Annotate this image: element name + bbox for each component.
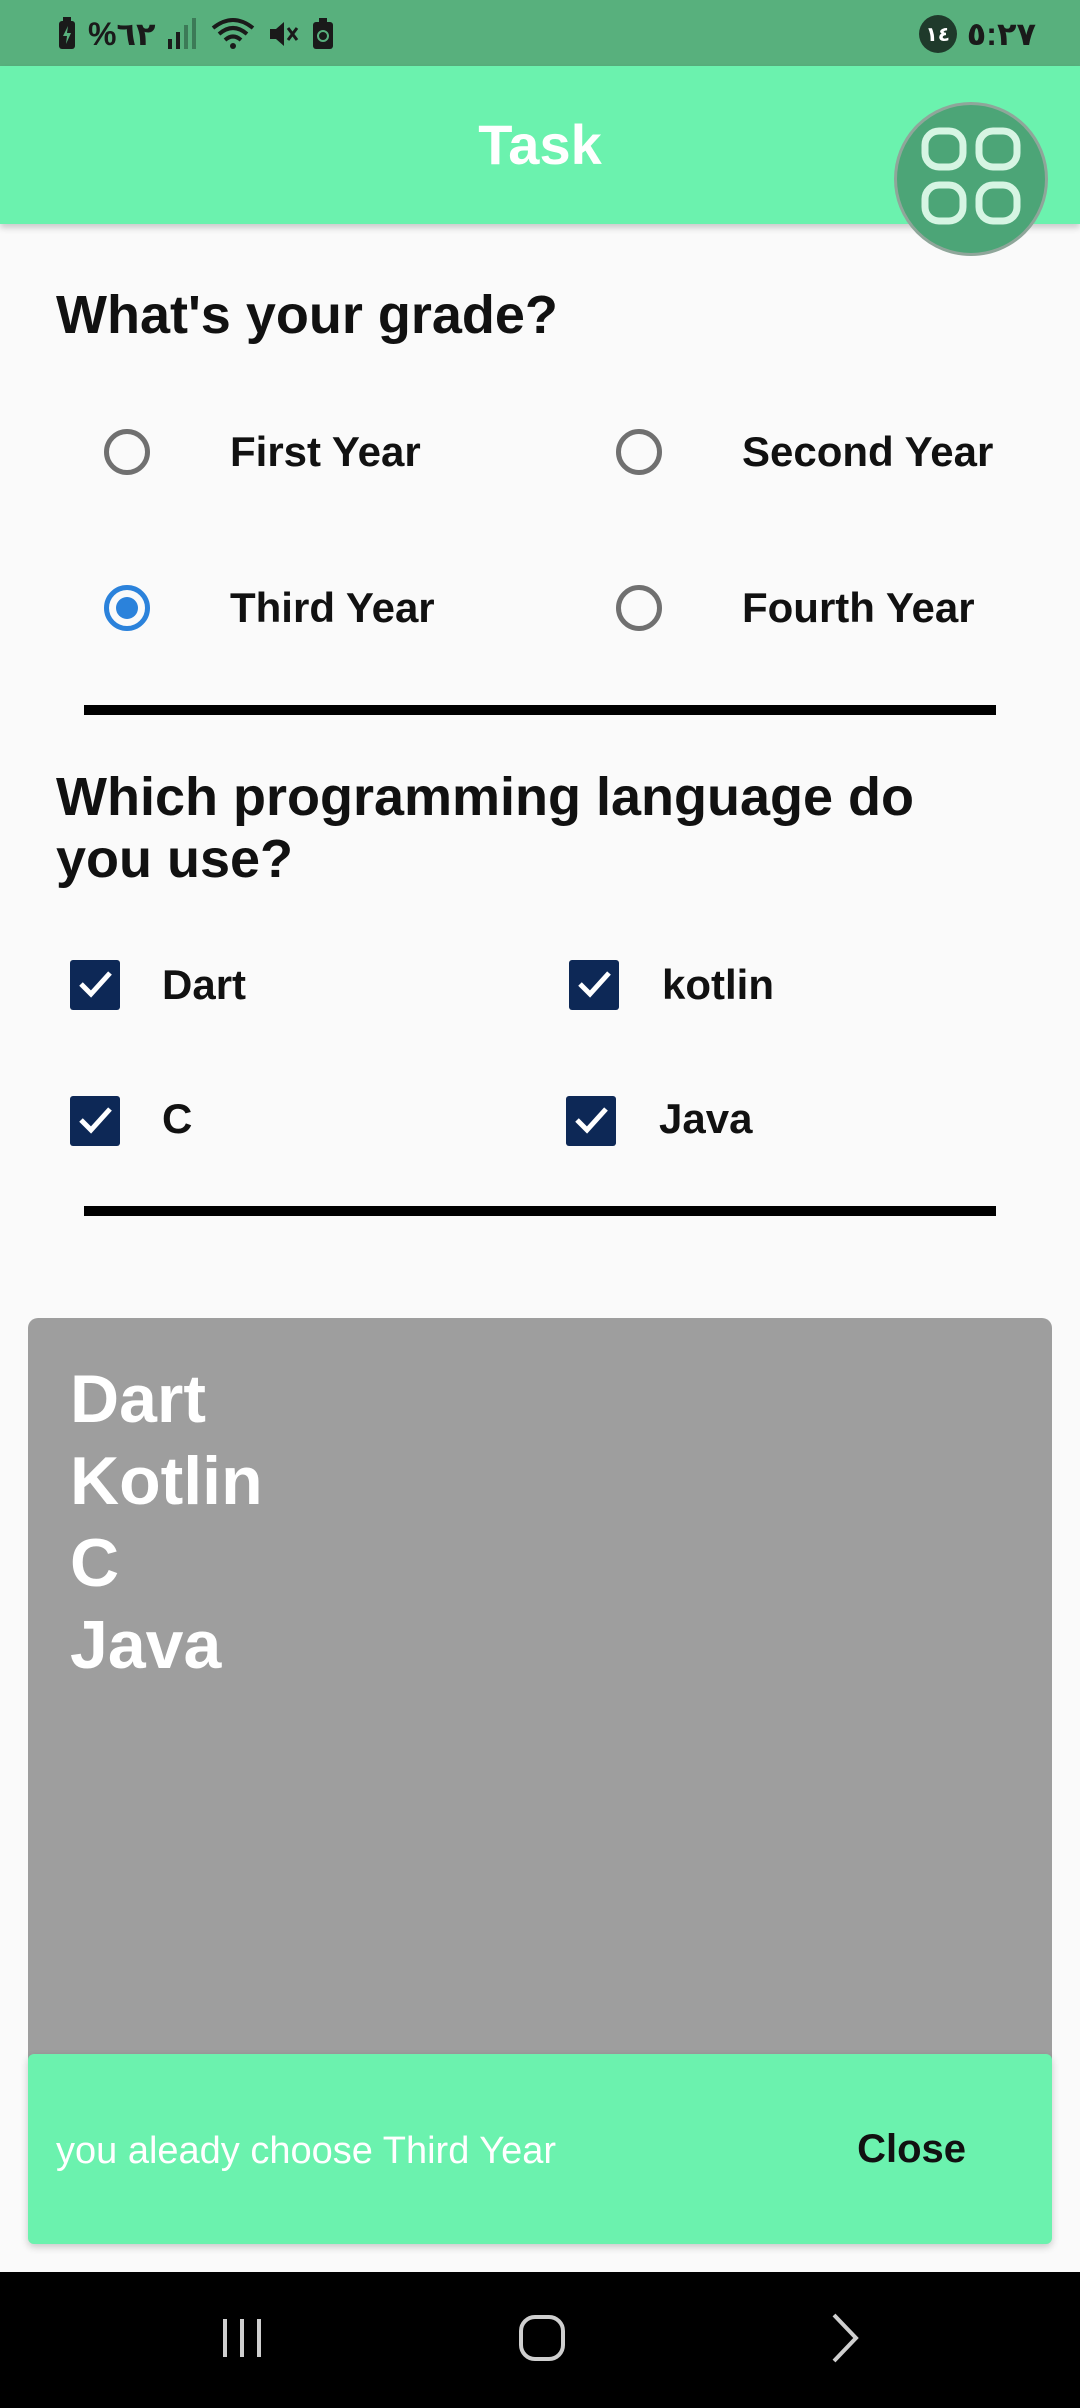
result-line-c: C bbox=[70, 1525, 120, 1601]
grade-question: What's your grade? bbox=[56, 285, 558, 345]
checkmark-icon bbox=[75, 1099, 115, 1144]
section-divider bbox=[84, 705, 996, 715]
status-time: ٥:٢٧ bbox=[966, 16, 1036, 52]
result-line-java: Java bbox=[70, 1607, 222, 1683]
section-divider bbox=[84, 1206, 996, 1216]
battery-icon bbox=[56, 17, 78, 51]
home-button[interactable] bbox=[502, 2310, 582, 2370]
status-bar: %٦٢ ١٤ ٥:٢٧ bbox=[0, 0, 1080, 66]
mute-icon bbox=[266, 17, 300, 51]
language-question: Which programming language do you use? bbox=[56, 767, 915, 889]
checkbox-label-dart: Dart bbox=[162, 961, 247, 1008]
notification-badge: ١٤ bbox=[918, 15, 957, 53]
radio-third-year[interactable] bbox=[104, 585, 150, 631]
grid-view-button[interactable] bbox=[894, 102, 1048, 256]
checkbox-c[interactable] bbox=[70, 1096, 120, 1146]
recycle-icon bbox=[310, 17, 336, 51]
result-line-dart: Dart bbox=[70, 1361, 207, 1437]
grid-view-icon bbox=[919, 125, 1023, 234]
wifi-icon bbox=[210, 16, 256, 52]
checkmark-icon bbox=[571, 1099, 611, 1144]
selected-languages-list: Dart Kotlin C Java bbox=[70, 1358, 263, 1686]
checkbox-dart[interactable] bbox=[70, 960, 120, 1010]
radio-label-first-year: First Year bbox=[230, 428, 421, 475]
back-button[interactable] bbox=[804, 2310, 884, 2370]
checkbox-label-c: C bbox=[162, 1095, 193, 1142]
system-nav-bar bbox=[0, 2272, 1080, 2408]
battery-percent: %٦٢ bbox=[88, 16, 156, 52]
snackbar-close-button[interactable]: Close bbox=[857, 2124, 966, 2174]
recent-apps-button[interactable] bbox=[202, 2310, 282, 2370]
recent-apps-icon bbox=[217, 2313, 267, 2368]
chevron-right-icon bbox=[824, 2311, 864, 2370]
status-icons-right: ١٤ ٥:٢٧ bbox=[918, 14, 1036, 54]
checkbox-kotlin[interactable] bbox=[569, 960, 619, 1010]
checkmark-icon bbox=[75, 963, 115, 1008]
checkbox-label-kotlin: kotlin bbox=[662, 961, 774, 1008]
signal-icon bbox=[166, 17, 200, 51]
app-screen: %٦٢ ١٤ ٥:٢٧ Task What's your grade? Firs… bbox=[0, 0, 1080, 2408]
snackbar-message: you aleady choose Third Year bbox=[56, 2130, 556, 2172]
checkmark-icon bbox=[574, 963, 614, 1008]
checkbox-label-java: Java bbox=[659, 1095, 753, 1142]
snackbar: you aleady choose Third Year Close bbox=[28, 2054, 1052, 2244]
home-icon bbox=[515, 2311, 569, 2370]
radio-second-year[interactable] bbox=[616, 429, 662, 475]
radio-label-second-year: Second Year bbox=[742, 428, 994, 475]
result-line-kotlin: Kotlin bbox=[70, 1443, 263, 1519]
radio-first-year[interactable] bbox=[104, 429, 150, 475]
radio-label-third-year: Third Year bbox=[230, 584, 435, 631]
checkbox-java[interactable] bbox=[566, 1096, 616, 1146]
app-bar: Task bbox=[0, 66, 1080, 256]
status-icons-left: %٦٢ bbox=[56, 14, 336, 54]
radio-label-fourth-year: Fourth Year bbox=[742, 584, 975, 631]
radio-fourth-year[interactable] bbox=[616, 585, 662, 631]
